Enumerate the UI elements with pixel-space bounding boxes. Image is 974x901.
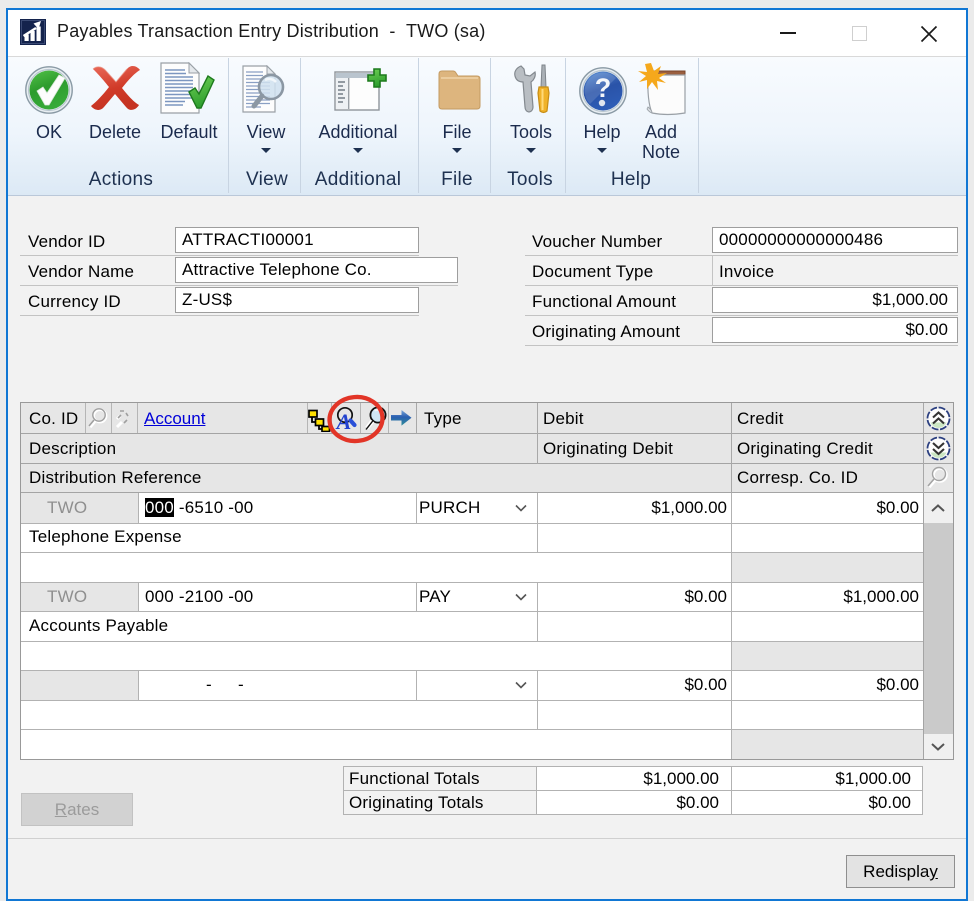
svg-text:?: ?: [595, 73, 612, 103]
